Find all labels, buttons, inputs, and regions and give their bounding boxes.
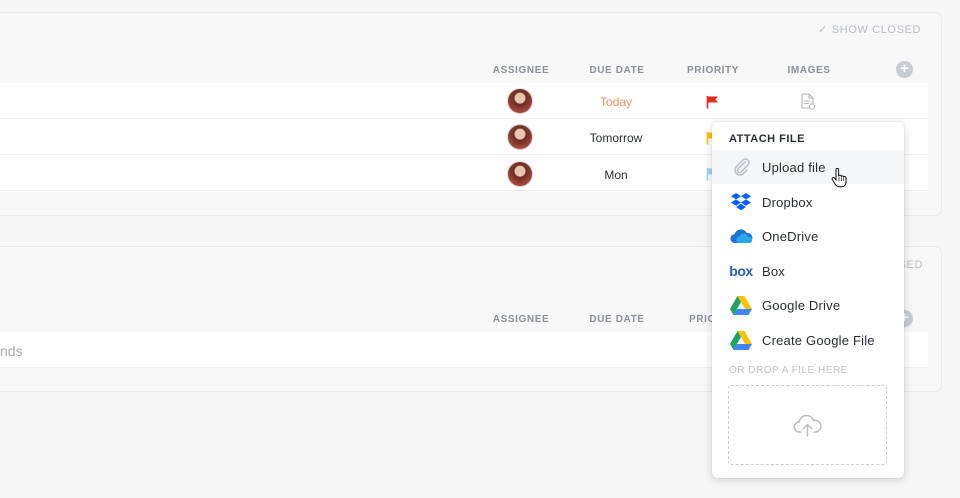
column-header-due-date[interactable]: DUE DATE bbox=[582, 314, 652, 325]
google-drive-icon bbox=[729, 294, 753, 316]
menu-item-label: Google Drive bbox=[762, 297, 841, 313]
menu-item-label: Box bbox=[762, 263, 786, 279]
column-header-assignee[interactable]: ASSIGNEE bbox=[490, 65, 552, 76]
menu-item-label: OneDrive bbox=[762, 228, 819, 244]
menu-item-label: Create Google File bbox=[762, 332, 875, 348]
menu-item-upload-file[interactable]: Upload file bbox=[712, 150, 904, 184]
attach-file-dropdown: ATTACH FILE Upload file Dropbox OneDrive… bbox=[712, 122, 904, 478]
menu-item-label: Dropbox bbox=[762, 194, 813, 210]
due-date[interactable]: Mon bbox=[571, 168, 661, 182]
column-header-assignee[interactable]: ASSIGNEE bbox=[490, 314, 552, 325]
due-date[interactable]: Tomorrow bbox=[571, 131, 661, 145]
menu-item-onedrive[interactable]: OneDrive bbox=[712, 219, 904, 253]
menu-item-google-drive[interactable]: Google Drive bbox=[712, 288, 904, 322]
cloud-upload-icon bbox=[793, 414, 822, 437]
dropdown-title: ATTACH FILE bbox=[729, 133, 805, 145]
dropbox-icon bbox=[729, 191, 753, 213]
menu-item-dropbox[interactable]: Dropbox bbox=[712, 185, 904, 219]
hand-pointer-cursor-icon bbox=[831, 168, 847, 188]
add-column-button[interactable]: + bbox=[896, 61, 913, 78]
attach-image-icon[interactable] bbox=[800, 93, 816, 110]
check-icon: ✓ bbox=[818, 24, 828, 36]
assignee-avatar[interactable] bbox=[507, 161, 533, 187]
google-drive-icon bbox=[729, 329, 753, 351]
box-icon: box bbox=[729, 260, 753, 282]
task-row[interactable] bbox=[0, 83, 928, 119]
show-closed-label: SHOW CLOSED bbox=[831, 24, 921, 36]
menu-item-box[interactable]: box Box bbox=[712, 254, 904, 288]
due-date[interactable]: Today bbox=[571, 95, 661, 109]
assignee-avatar[interactable] bbox=[507, 124, 533, 150]
onedrive-icon bbox=[729, 225, 753, 247]
show-closed-toggle[interactable]: ✓ SHOW CLOSED bbox=[818, 23, 921, 36]
box-logo-text: box bbox=[729, 263, 753, 279]
column-header-images[interactable]: IMAGES bbox=[778, 65, 840, 76]
priority-flag-icon[interactable] bbox=[706, 95, 720, 109]
column-header-priority[interactable]: PRIORITY bbox=[678, 65, 748, 76]
column-header-due-date[interactable]: DUE DATE bbox=[582, 65, 652, 76]
paperclip-icon bbox=[729, 156, 753, 178]
drop-zone-label: OR DROP A FILE HERE bbox=[729, 365, 848, 376]
menu-item-create-google-file[interactable]: Create Google File bbox=[712, 323, 904, 357]
menu-item-label: Upload file bbox=[762, 159, 826, 175]
new-task-input-placeholder[interactable]: nds bbox=[0, 343, 23, 359]
file-drop-zone[interactable] bbox=[728, 385, 887, 465]
assignee-avatar[interactable] bbox=[507, 88, 533, 114]
